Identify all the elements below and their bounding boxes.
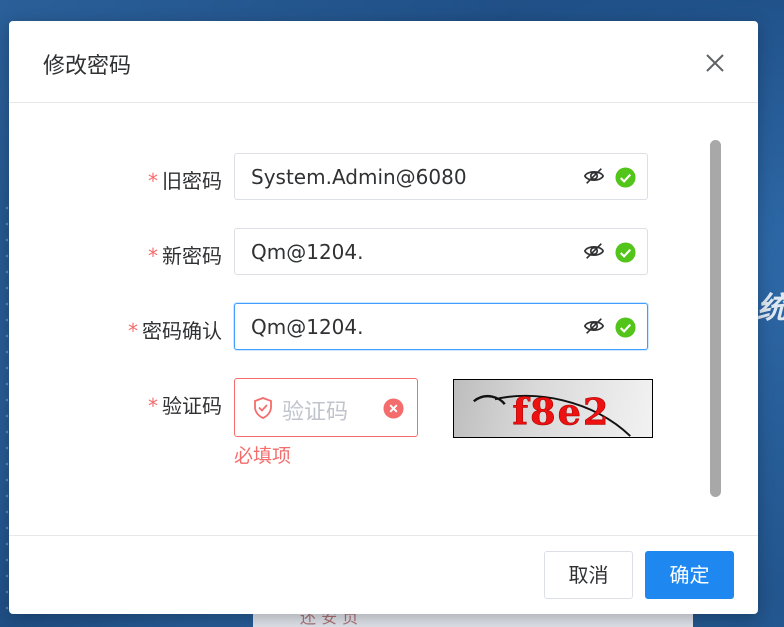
- captcha-placeholder: 验证码: [282, 400, 349, 425]
- new-password-input[interactable]: Qm@1204.: [234, 228, 648, 275]
- check-circle-icon: [615, 242, 636, 263]
- confirm-button[interactable]: 确定: [645, 551, 734, 599]
- cancel-button[interactable]: 取消: [544, 551, 633, 599]
- captcha-image-graphic: f8e2: [473, 390, 631, 437]
- required-mark: *: [148, 394, 158, 418]
- required-mark: *: [128, 319, 138, 343]
- dialog-header: 修改密码: [9, 21, 758, 103]
- old-password-value: System.Admin@6080: [251, 165, 467, 189]
- eye-off-icon[interactable]: [583, 165, 605, 187]
- background-title-fragment: 统: [757, 291, 784, 326]
- dialog-title: 修改密码: [43, 54, 132, 79]
- shield-icon: [254, 397, 272, 419]
- scrollbar[interactable]: [710, 140, 721, 497]
- old-password-label: * 旧密码: [148, 169, 222, 193]
- check-circle-icon: [615, 167, 636, 188]
- clear-error-icon[interactable]: [383, 398, 404, 419]
- new-password-label: * 新密码: [148, 244, 222, 268]
- dialog-footer: 取消 确定: [9, 535, 758, 614]
- confirm-password-input[interactable]: Qm@1204.: [234, 303, 648, 350]
- required-mark: *: [148, 169, 158, 193]
- eye-off-icon[interactable]: [583, 240, 605, 262]
- old-password-input[interactable]: System.Admin@6080: [234, 153, 648, 200]
- required-mark: *: [148, 244, 158, 268]
- captcha-label: * 验证码: [148, 394, 222, 418]
- check-circle-icon: [615, 317, 636, 338]
- change-password-dialog: 修改密码 * 旧密码 System.Admin@6080 * 新密码 Qm@12…: [9, 21, 758, 614]
- close-button[interactable]: [703, 51, 727, 75]
- captcha-input[interactable]: 验证码: [234, 378, 418, 437]
- eye-off-icon[interactable]: [583, 315, 605, 337]
- new-password-value: Qm@1204.: [251, 240, 364, 264]
- captcha-text: f8e2: [512, 390, 610, 433]
- confirm-password-label: * 密码确认: [128, 319, 222, 343]
- dialog-body: * 旧密码 System.Admin@6080 * 新密码 Qm@1204. *…: [9, 103, 758, 535]
- confirm-password-value: Qm@1204.: [251, 315, 364, 339]
- captcha-image[interactable]: f8e2: [453, 379, 653, 438]
- close-icon: [706, 54, 724, 72]
- captcha-error-message: 必填项: [234, 445, 292, 467]
